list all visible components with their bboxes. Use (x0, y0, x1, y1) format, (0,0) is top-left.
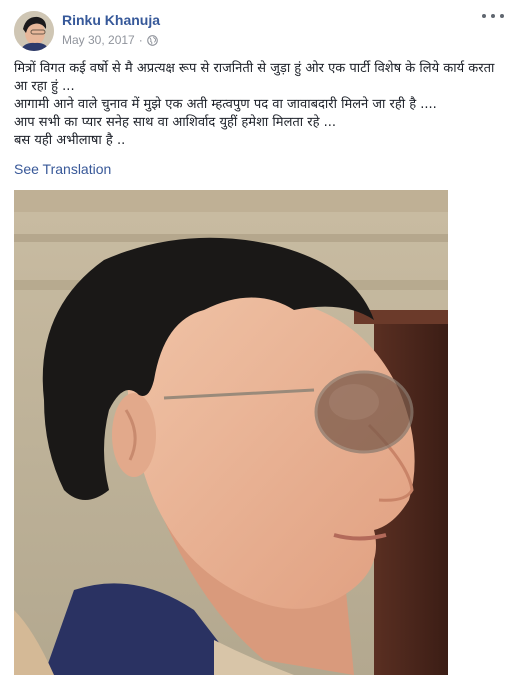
more-options-icon[interactable] (482, 8, 504, 24)
post-line: मित्रों विगत कई वर्षो से मै अप्रत्यक्ष र… (14, 61, 495, 94)
globe-icon[interactable] (146, 34, 158, 46)
post-line: आप सभी का प्यार सनेह साथ वा आशिर्वाद युह… (14, 115, 337, 130)
avatar[interactable] (14, 11, 54, 51)
post-meta: May 30, 2017 · (62, 33, 158, 47)
avatar-image (14, 11, 54, 51)
post-line: बस यही अभीलाषा है .. (14, 133, 126, 148)
meta-separator: · (138, 33, 143, 47)
post-text: मित्रों विगत कई वर्षो से मै अप्रत्यक्ष र… (14, 60, 500, 150)
post-line: आगामी आने वाले चुनाव में मुझे एक अती म्ह… (14, 97, 437, 112)
portrait-photo (14, 190, 448, 675)
post-photo[interactable] (14, 190, 448, 675)
author-name[interactable]: Rinku Khanuja (62, 12, 160, 28)
see-translation-link[interactable]: See Translation (14, 161, 111, 177)
facebook-post: Rinku Khanuja May 30, 2017 · मित्रों विग… (0, 0, 514, 675)
post-date[interactable]: May 30, 2017 (62, 33, 135, 47)
